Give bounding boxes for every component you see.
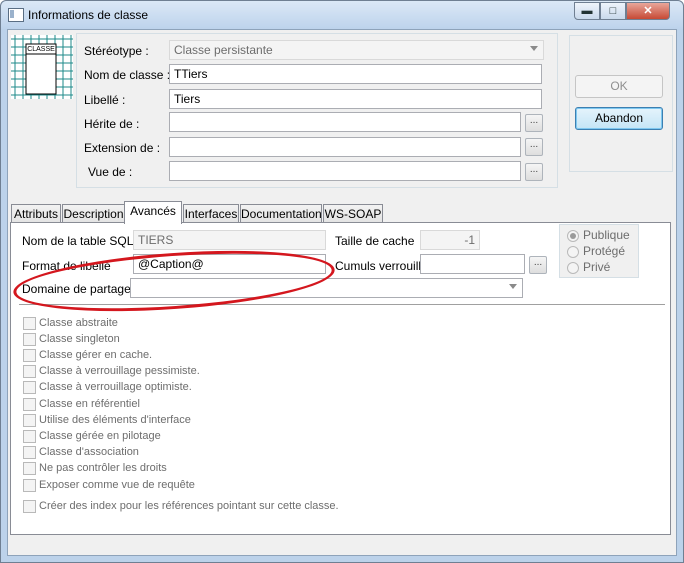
- checkbox-singleton-label: Classe singleton: [39, 333, 120, 345]
- checkbox-pilotage[interactable]: [23, 430, 36, 443]
- lock-cumul-input[interactable]: [420, 254, 525, 274]
- lock-cumul-label: Cumuls verrouillé: [335, 259, 428, 273]
- view-input[interactable]: [169, 161, 521, 181]
- checkbox-ui-elements-label: Utilise des éléments d'interface: [39, 414, 191, 426]
- cache-size-label: Taille de cache: [335, 234, 415, 248]
- checkbox-no-rights[interactable]: [23, 462, 36, 475]
- view-browse-button[interactable]: ...: [525, 163, 543, 181]
- extension-label: Extension de :: [84, 141, 161, 155]
- checkbox-singleton[interactable]: [23, 333, 36, 346]
- maximize-icon: □: [609, 5, 617, 17]
- inherits-browse-button[interactable]: ...: [525, 114, 543, 132]
- checkbox-repository-label: Classe en référentiel: [39, 398, 140, 410]
- stereotype-value: Classe persistante: [174, 43, 273, 57]
- checkbox-query-view-label: Exposer comme vue de requête: [39, 479, 195, 491]
- checkbox-optimistic[interactable]: [23, 381, 36, 394]
- caption-input[interactable]: Tiers: [169, 89, 542, 109]
- minimize-button[interactable]: ▬: [574, 2, 600, 20]
- class-name-label: Nom de classe :: [84, 68, 171, 82]
- stereotype-select[interactable]: Classe persistante: [169, 40, 544, 60]
- checkbox-association-label: Classe d'association: [39, 446, 139, 458]
- stereotype-label: Stéréotype :: [84, 44, 149, 58]
- checkbox-pessimistic-label: Classe à verrouillage pessimiste.: [39, 365, 200, 377]
- tab-documentation[interactable]: Documentation: [240, 204, 322, 223]
- button-group: [569, 35, 673, 172]
- tab-avances[interactable]: Avancés: [124, 201, 182, 224]
- class-icon: CLASSE: [11, 35, 73, 99]
- checkbox-cache[interactable]: [23, 349, 36, 362]
- tab-interfaces[interactable]: Interfaces: [183, 204, 239, 223]
- minimize-icon: ▬: [581, 5, 593, 17]
- chevron-down-icon: [509, 284, 517, 289]
- checkbox-abstract-label: Classe abstraite: [39, 317, 118, 329]
- tab-attributs[interactable]: Attributs: [11, 204, 61, 223]
- window-app-icon[interactable]: [8, 8, 24, 22]
- status-bar: [8, 538, 676, 555]
- chevron-down-icon: [530, 46, 538, 51]
- checkbox-ui-elements[interactable]: [23, 414, 36, 427]
- view-label: Vue de :: [88, 165, 133, 179]
- cache-size-value: -1: [464, 233, 475, 247]
- checkbox-association[interactable]: [23, 446, 36, 459]
- visibility-publique-label: Publique: [583, 228, 630, 242]
- inherits-label: Hérite de :: [84, 117, 140, 131]
- visibility-protege-radio[interactable]: [567, 246, 579, 258]
- checkbox-abstract[interactable]: [23, 317, 36, 330]
- caption-label: Libellé :: [84, 93, 126, 107]
- visibility-prive-radio[interactable]: [567, 262, 579, 274]
- checkbox-query-view[interactable]: [23, 479, 36, 492]
- lock-cumul-browse-button[interactable]: ...: [529, 256, 547, 274]
- window-title: Informations de classe: [28, 8, 149, 22]
- visibility-publique-radio[interactable]: [567, 230, 579, 242]
- dialog-window: Informations de classe ▬ □ ✕ CLASSE Stér…: [0, 0, 684, 563]
- tab-description[interactable]: Description: [62, 204, 125, 223]
- visibility-protege-label: Protégé: [583, 244, 626, 258]
- maximize-button[interactable]: □: [600, 2, 626, 20]
- checkbox-optimistic-label: Classe à verrouillage optimiste.: [39, 381, 192, 393]
- checkbox-cache-label: Classe gérer en cache.: [39, 349, 153, 361]
- extension-browse-button[interactable]: ...: [525, 138, 543, 156]
- cache-size-input[interactable]: -1: [420, 230, 480, 250]
- dialog-client-area: CLASSE Stéréotype : Classe persistante N…: [7, 29, 677, 556]
- close-icon: ✕: [643, 5, 653, 17]
- checkbox-pilotage-label: Classe gérée en pilotage: [39, 430, 161, 442]
- title-bar[interactable]: Informations de classe ▬ □ ✕: [1, 1, 683, 29]
- checkbox-no-rights-label: Ne pas contrôler les droits: [39, 462, 167, 474]
- visibility-prive-label: Privé: [583, 260, 611, 274]
- checkbox-repository[interactable]: [23, 398, 36, 411]
- sql-table-label: Nom de la table SQL: [22, 234, 134, 248]
- extension-input[interactable]: [169, 137, 521, 157]
- grid-class-icon: [11, 35, 73, 99]
- sql-table-input[interactable]: TIERS: [133, 230, 326, 250]
- ok-button[interactable]: OK: [575, 75, 663, 98]
- annotation-ellipse: [11, 241, 337, 321]
- advanced-tab-panel: Nom de la table SQL TIERS Format de libe…: [10, 222, 671, 535]
- class-icon-label: CLASSE: [27, 46, 55, 53]
- close-button[interactable]: ✕: [626, 2, 670, 20]
- checkbox-pessimistic[interactable]: [23, 365, 36, 378]
- tab-ws-soap[interactable]: WS-SOAP: [323, 204, 383, 223]
- cancel-button[interactable]: Abandon: [575, 107, 663, 130]
- class-name-input[interactable]: TTiers: [169, 64, 542, 84]
- inherits-input[interactable]: [169, 112, 521, 132]
- checkbox-create-index[interactable]: [23, 500, 36, 513]
- checkbox-create-index-label: Créer des index pour les références poin…: [39, 500, 339, 512]
